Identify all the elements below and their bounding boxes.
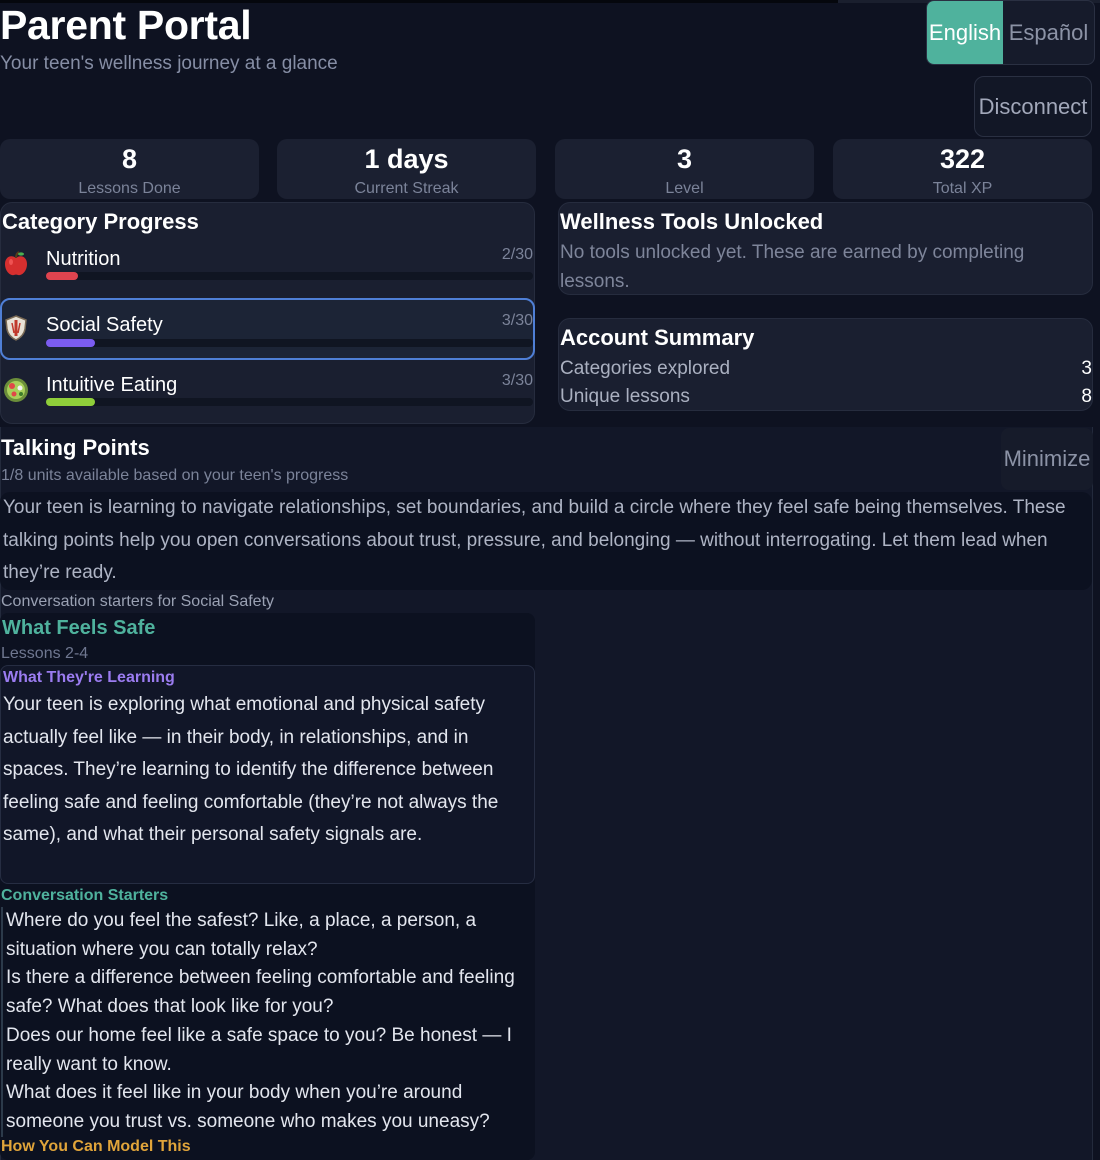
stat-label: Level: [665, 180, 704, 197]
conversation-starters-list: Where do you feel the safest? Like, a pl…: [1, 907, 537, 1137]
stat-value: 3: [676, 144, 693, 174]
category-progress-fill: [46, 272, 78, 280]
category-name: Intuitive Eating: [46, 374, 178, 396]
language-toggle: English Español: [926, 0, 1095, 65]
category-row-nutrition[interactable]: Nutrition 2/30: [0, 234, 535, 296]
conversation-starters-heading: Conversation Starters: [1, 887, 169, 904]
account-summary-card: Account Summary Categories explored 3 Un…: [558, 318, 1093, 411]
summary-value: 8: [1081, 386, 1092, 407]
account-summary-title: Account Summary: [560, 325, 755, 350]
stat-label: Total XP: [932, 180, 993, 197]
summary-row-lessons: Unique lessons 8: [560, 386, 1092, 414]
wellness-tools-empty-text: No tools unlocked yet. These are earned …: [560, 242, 1025, 292]
learning-text: Your teen is exploring what emotional an…: [3, 694, 499, 845]
page-title: Parent Portal: [0, 2, 252, 48]
summary-value: 3: [1081, 358, 1092, 379]
stat-total-xp: 322 Total XP: [833, 139, 1092, 199]
category-progress-track: [46, 339, 533, 347]
talking-points-title: Talking Points: [1, 435, 150, 460]
talking-points-intro: Your teen is learning to navigate relati…: [0, 492, 1092, 590]
summary-label: Categories explored: [560, 358, 731, 379]
page-subtitle: Your teen's wellness journey at a glance: [0, 53, 338, 74]
category-name: Nutrition: [46, 248, 121, 270]
conversation-starter: Is there a difference between feeling co…: [6, 967, 515, 1018]
category-progress-track: [46, 272, 533, 280]
category-count: 3/30: [501, 372, 533, 389]
category-count: 3/30: [501, 312, 533, 329]
apple-icon: [2, 250, 30, 278]
category-progress-title: Category Progress: [2, 209, 199, 234]
conversation-starter: Where do you feel the safest? Like, a pl…: [6, 910, 477, 960]
category-name: Social Safety: [46, 314, 163, 336]
conversation-starter: Does our home feel like a safe space to …: [6, 1024, 512, 1075]
category-progress-track: [46, 398, 533, 406]
stat-label: Lessons Done: [78, 180, 181, 197]
model-this-heading: How You Can Model This: [1, 1138, 191, 1155]
disconnect-button[interactable]: Disconnect: [974, 76, 1092, 137]
category-progress-card: Category Progress Nutrition 2/30 Social …: [0, 202, 535, 424]
category-progress-fill: [46, 398, 95, 406]
unit-lessons: Lessons 2-4: [1, 645, 89, 662]
minimize-button[interactable]: Minimize: [1001, 428, 1093, 490]
stat-value: 8: [121, 144, 138, 174]
shield-icon: [2, 314, 30, 342]
stat-current-streak: 1 days Current Streak: [277, 139, 536, 199]
unit-title: What Feels Safe: [2, 617, 156, 639]
category-count: 2/30: [501, 246, 533, 263]
conversation-starter: What does it feel like in your body when…: [6, 1082, 490, 1132]
talking-points-availability: 1/8 units available based on your teen's…: [1, 467, 349, 484]
wellness-tools-title: Wellness Tools Unlocked: [560, 209, 824, 234]
conversation-starters-for: Conversation starters for Social Safety: [1, 593, 275, 610]
category-row-intuitive-eating[interactable]: Intuitive Eating 3/30: [0, 360, 535, 422]
wellness-tools-card: Wellness Tools Unlocked No tools unlocke…: [558, 202, 1093, 295]
stat-lessons-done: 8 Lessons Done: [0, 139, 259, 199]
language-spanish-button[interactable]: Español: [1003, 1, 1094, 64]
category-row-social-safety[interactable]: Social Safety 3/30: [0, 298, 535, 360]
summary-row-categories: Categories explored 3: [560, 358, 1092, 386]
stat-label: Current Streak: [354, 180, 459, 197]
learning-heading: What They're Learning: [3, 669, 175, 686]
salad-icon: [2, 376, 30, 404]
stat-level: 3 Level: [555, 139, 814, 199]
summary-label: Unique lessons: [560, 386, 690, 407]
language-english-button[interactable]: English: [927, 1, 1003, 64]
stat-value: 322: [939, 144, 986, 174]
stat-value: 1 days: [364, 144, 449, 174]
category-progress-fill: [46, 339, 95, 347]
